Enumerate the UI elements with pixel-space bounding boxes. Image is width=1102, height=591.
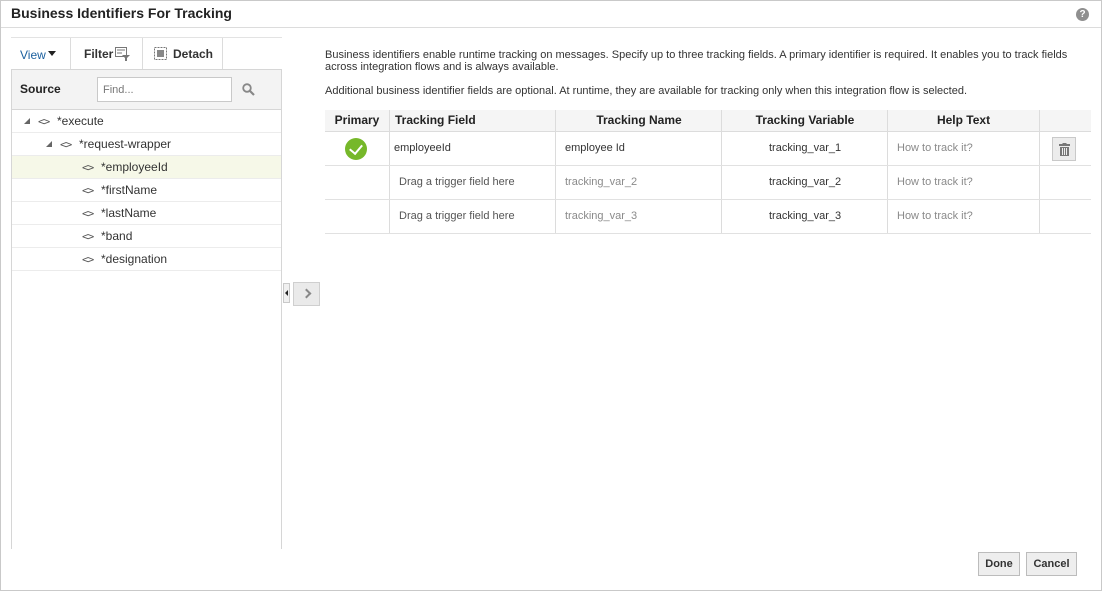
help-text-cell[interactable]: How to track it?: [897, 210, 973, 222]
source-panel-header: Source: [12, 70, 281, 110]
expanded-triangle-icon[interactable]: [24, 118, 30, 124]
table-row: Drag a trigger field here tracking_var_3…: [325, 200, 1091, 234]
source-tree-panel: Source <> *execute <> *request-wrapper <…: [11, 69, 282, 549]
tracking-field-cell[interactable]: employeeId: [394, 142, 451, 154]
trash-icon: [1059, 143, 1070, 156]
done-button[interactable]: Done: [978, 552, 1020, 576]
dialog-title: Business Identifiers For Tracking: [11, 5, 232, 21]
tree-node-employeeid[interactable]: <> *employeeId: [12, 156, 281, 179]
tracking-fields-table: Primary Tracking Field Tracking Name Tra…: [325, 110, 1091, 234]
element-icon: <>: [82, 253, 94, 266]
table-row: employeeId employee Id tracking_var_1 Ho…: [325, 132, 1091, 166]
filter-icon: [115, 47, 130, 61]
table-header-row: Primary Tracking Field Tracking Name Tra…: [325, 110, 1091, 132]
table-row: Drag a trigger field here tracking_var_2…: [325, 166, 1091, 200]
source-header-label: Source: [20, 82, 61, 96]
tree-node-label: *band: [101, 229, 133, 243]
business-identifiers-dialog: Business Identifiers For Tracking ? View…: [0, 0, 1102, 591]
detach-icon: [154, 47, 167, 60]
view-menu-label: View: [20, 48, 46, 62]
help-icon[interactable]: ?: [1076, 8, 1089, 21]
column-header-tracking-variable: Tracking Variable: [755, 113, 855, 127]
element-icon: <>: [82, 207, 94, 220]
column-header-tracking-name: Tracking Name: [596, 113, 682, 127]
move-to-tracking-button[interactable]: [293, 282, 320, 306]
element-icon: <>: [82, 184, 94, 197]
tree-node-label: *designation: [101, 252, 168, 266]
tree-node-label: *request-wrapper: [79, 137, 172, 151]
filter-label: Filter: [84, 47, 114, 61]
tree-node-firstname[interactable]: <> *firstName: [12, 179, 281, 202]
tree-node-label: *execute: [57, 114, 104, 128]
primary-check-icon: [345, 138, 367, 160]
column-header-help-text: Help Text: [936, 113, 991, 127]
collapse-left-icon: [285, 290, 288, 296]
tree-node-execute[interactable]: <> *execute: [12, 110, 281, 133]
filter-button[interactable]: Filter: [71, 38, 143, 69]
cancel-button[interactable]: Cancel: [1026, 552, 1077, 576]
description-optional: Additional business identifier fields ar…: [325, 85, 968, 97]
chevron-right-icon: [301, 288, 312, 299]
tree-node-designation[interactable]: <> *designation: [12, 248, 281, 271]
tree-node-label: *lastName: [101, 206, 157, 220]
tracking-field-drop-target[interactable]: Drag a trigger field here: [399, 210, 515, 222]
tracking-name-cell[interactable]: tracking_var_2: [565, 176, 637, 188]
tracking-variable-cell: tracking_var_2: [769, 176, 842, 188]
caret-down-icon: [48, 51, 56, 56]
element-icon: <>: [38, 115, 50, 128]
tracking-variable-cell: tracking_var_3: [769, 210, 842, 222]
tree-node-label: *firstName: [101, 183, 158, 197]
find-input[interactable]: [97, 77, 232, 102]
help-text-cell[interactable]: How to track it?: [897, 176, 973, 188]
column-header-tracking-field: Tracking Field: [395, 113, 476, 127]
toolbar-divider: [222, 38, 223, 69]
tracking-field-drop-target[interactable]: Drag a trigger field here: [399, 176, 515, 188]
detach-label: Detach: [173, 47, 214, 61]
source-toolbar: View Filter Detach: [11, 37, 282, 69]
tracking-name-cell[interactable]: tracking_var_3: [565, 210, 637, 222]
element-icon: <>: [60, 138, 72, 151]
tree-node-band[interactable]: <> *band: [12, 225, 281, 248]
search-icon[interactable]: [242, 83, 255, 96]
view-menu-button[interactable]: View: [11, 38, 70, 69]
element-icon: <>: [82, 161, 94, 174]
tree-node-request-wrapper[interactable]: <> *request-wrapper: [12, 133, 281, 156]
delete-row-button[interactable]: [1052, 137, 1076, 161]
tree-node-label: *employeeId: [101, 160, 168, 174]
expanded-triangle-icon[interactable]: [46, 141, 52, 147]
tracking-variable-cell: tracking_var_1: [769, 142, 842, 154]
column-header-primary: Primary: [334, 113, 380, 127]
dialog-titlebar: Business Identifiers For Tracking ?: [1, 1, 1101, 28]
help-text-cell[interactable]: How to track it?: [897, 142, 973, 154]
element-icon: <>: [82, 230, 94, 243]
tree-node-lastname[interactable]: <> *lastName: [12, 202, 281, 225]
tracking-name-cell[interactable]: employee Id: [565, 142, 625, 154]
detach-button[interactable]: Detach: [143, 38, 223, 69]
collapse-panel-handle[interactable]: [283, 283, 290, 303]
description-primary: Business identifiers enable runtime trac…: [325, 49, 1068, 73]
